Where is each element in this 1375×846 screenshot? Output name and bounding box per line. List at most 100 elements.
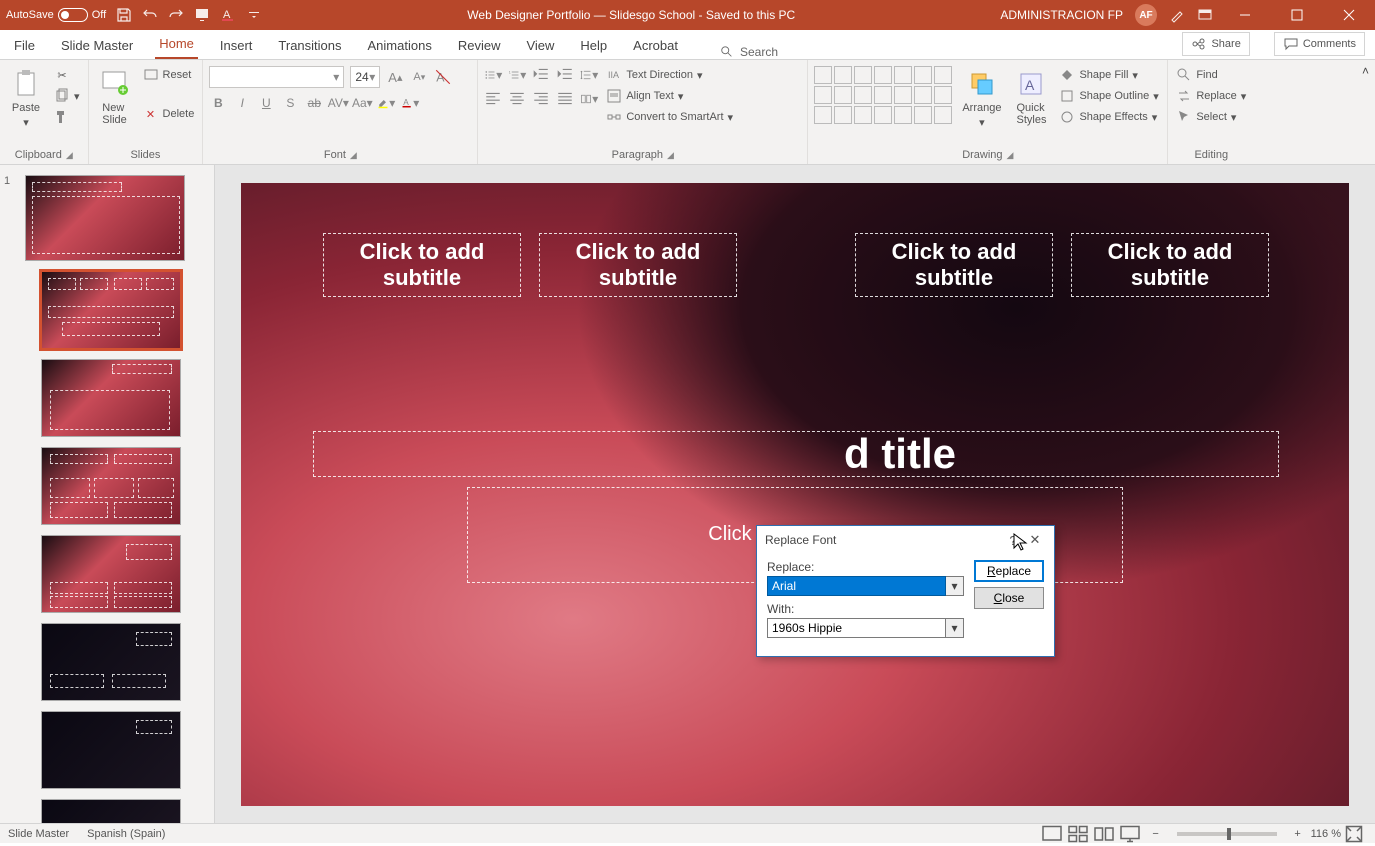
align-left-icon[interactable]	[484, 90, 502, 108]
quick-styles-button[interactable]: AQuick Styles	[1011, 66, 1051, 128]
layout-thumbnail[interactable]	[41, 623, 181, 701]
dialog-launcher-icon[interactable]: ◢	[1007, 150, 1014, 161]
select-button[interactable]: Select ▾	[1174, 108, 1248, 126]
subtitle-placeholder-1[interactable]: Click to add subtitle	[323, 233, 521, 297]
chevron-down-icon[interactable]: ▾	[946, 576, 964, 596]
subtitle-placeholder-4[interactable]: Click to add subtitle	[1071, 233, 1269, 297]
decrease-font-icon[interactable]: A▾	[410, 68, 428, 86]
slideshow-icon[interactable]	[1118, 825, 1142, 843]
tab-home[interactable]: Home	[155, 30, 198, 59]
dialog-launcher-icon[interactable]: ◢	[350, 150, 357, 161]
underline-icon[interactable]: U	[257, 94, 275, 112]
status-language[interactable]: Spanish (Spain)	[87, 828, 165, 840]
autosave-toggle[interactable]: AutoSave Off	[6, 8, 106, 22]
layout-thumbnail[interactable]	[41, 799, 181, 823]
tab-insert[interactable]: Insert	[216, 32, 257, 59]
change-case-icon[interactable]: Aa▾	[353, 94, 371, 112]
replace-button[interactable]: Replace ▾	[1174, 87, 1248, 105]
with-font-combo[interactable]: ▾	[767, 618, 964, 638]
tab-help[interactable]: Help	[576, 32, 611, 59]
font-color-icon[interactable]: A▾	[401, 94, 419, 112]
find-button[interactable]: Find	[1174, 66, 1248, 84]
layout-thumbnail[interactable]	[41, 359, 181, 437]
shape-outline-button[interactable]: Shape Outline ▾	[1057, 87, 1160, 105]
with-font-input[interactable]	[767, 618, 946, 638]
clear-formatting-icon[interactable]: A	[434, 68, 452, 86]
start-from-beginning-icon[interactable]	[194, 7, 210, 23]
cut-button[interactable]: ✂	[52, 66, 82, 84]
user-avatar[interactable]: AF	[1135, 4, 1157, 26]
share-button[interactable]: Share	[1182, 32, 1249, 56]
dialog-launcher-icon[interactable]: ◢	[667, 150, 674, 161]
shape-effects-button[interactable]: Shape Effects ▾	[1057, 108, 1160, 126]
character-spacing-icon[interactable]: AV▾	[329, 94, 347, 112]
justify-icon[interactable]	[556, 90, 574, 108]
title-placeholder[interactable]: d title	[313, 431, 1279, 477]
close-button[interactable]: Close	[974, 587, 1044, 609]
subtitle-placeholder-3[interactable]: Click to add subtitle	[855, 233, 1053, 297]
reset-button[interactable]: Reset	[141, 66, 197, 84]
shape-fill-button[interactable]: Shape Fill ▾	[1057, 66, 1160, 84]
coming-soon-icon[interactable]	[1169, 7, 1185, 23]
reading-view-icon[interactable]	[1092, 825, 1116, 843]
font-color-qat-icon[interactable]: A	[220, 7, 236, 23]
tab-transitions[interactable]: Transitions	[274, 32, 345, 59]
zoom-in-icon[interactable]: +	[1286, 825, 1310, 843]
zoom-slider[interactable]	[1177, 832, 1277, 836]
copy-button[interactable]: ▾	[52, 87, 82, 105]
subtitle-placeholder-2[interactable]: Click to add subtitle	[539, 233, 737, 297]
slide-canvas[interactable]: Click to add subtitle Click to add subti…	[241, 183, 1349, 806]
zoom-out-icon[interactable]: −	[1144, 825, 1168, 843]
align-center-icon[interactable]	[508, 90, 526, 108]
slide-sorter-icon[interactable]	[1066, 825, 1090, 843]
tab-review[interactable]: Review	[454, 32, 505, 59]
bullets-icon[interactable]: ▾	[484, 66, 502, 84]
ribbon-display-icon[interactable]	[1197, 7, 1213, 23]
save-icon[interactable]	[116, 7, 132, 23]
font-size-combo[interactable]: 24▾	[350, 66, 380, 88]
line-spacing-icon[interactable]: ▾	[580, 66, 598, 84]
fit-to-window-icon[interactable]	[1342, 825, 1366, 843]
normal-view-icon[interactable]	[1040, 825, 1064, 843]
dialog-titlebar[interactable]: Replace Font ? ✕	[757, 526, 1054, 554]
layout-thumbnail[interactable]	[41, 711, 181, 789]
maximize-button[interactable]	[1277, 0, 1317, 30]
tab-file[interactable]: File	[10, 32, 39, 59]
font-name-combo[interactable]: ▾	[209, 66, 344, 88]
shapes-gallery[interactable]	[814, 66, 952, 124]
tab-acrobat[interactable]: Acrobat	[629, 32, 682, 59]
status-mode[interactable]: Slide Master	[8, 828, 69, 840]
thumbnail-pane[interactable]: 1	[0, 165, 215, 823]
tab-slide-master[interactable]: Slide Master	[57, 32, 137, 59]
dialog-launcher-icon[interactable]: ◢	[66, 150, 73, 161]
master-thumbnail[interactable]	[25, 175, 185, 261]
delete-button[interactable]: ✕Delete	[141, 105, 197, 123]
format-painter-button[interactable]	[52, 108, 82, 126]
numbering-icon[interactable]: 1▾	[508, 66, 526, 84]
bold-icon[interactable]: B	[209, 94, 227, 112]
increase-font-icon[interactable]: A▴	[386, 68, 404, 86]
undo-icon[interactable]	[142, 7, 158, 23]
redo-icon[interactable]	[168, 7, 184, 23]
search-box[interactable]: Search	[720, 45, 778, 59]
qat-more-icon[interactable]	[246, 7, 262, 23]
columns-icon[interactable]: ▾	[580, 90, 598, 108]
italic-icon[interactable]: I	[233, 94, 251, 112]
convert-smartart-button[interactable]: Convert to SmartArt ▾	[604, 108, 735, 126]
arrange-button[interactable]: Arrange▾	[958, 66, 1005, 131]
highlight-icon[interactable]: ▾	[377, 94, 395, 112]
decrease-indent-icon[interactable]	[532, 66, 550, 84]
layout-thumbnail[interactable]	[41, 447, 181, 525]
align-text-button[interactable]: Align Text ▾	[604, 87, 735, 105]
replace-font-combo[interactable]: ▾	[767, 576, 964, 596]
new-slide-button[interactable]: New Slide	[95, 66, 135, 128]
close-button[interactable]	[1329, 0, 1369, 30]
layout-thumbnail[interactable]	[41, 271, 181, 349]
layout-thumbnail[interactable]	[41, 535, 181, 613]
chevron-down-icon[interactable]: ▾	[946, 618, 964, 638]
replace-button[interactable]: Replace	[974, 560, 1044, 582]
text-direction-button[interactable]: IIAText Direction ▾	[604, 66, 735, 84]
comments-button[interactable]: Comments	[1274, 32, 1365, 56]
strikethrough-icon[interactable]: ab	[305, 94, 323, 112]
increase-indent-icon[interactable]	[556, 66, 574, 84]
